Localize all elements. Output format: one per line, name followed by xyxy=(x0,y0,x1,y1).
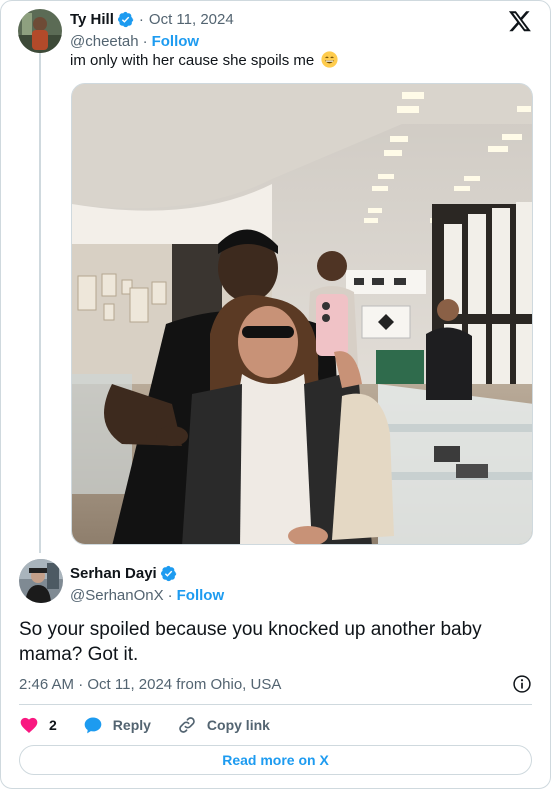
tweet-date[interactable]: Oct 11, 2024 xyxy=(149,11,234,28)
thread-connector-line xyxy=(39,53,41,553)
author-handle[interactable]: @cheetah xyxy=(70,33,139,50)
verified-badge-icon xyxy=(117,11,134,27)
reply-author-name[interactable]: Serhan Dayi xyxy=(70,565,157,582)
reply-timestamp[interactable]: 2:46 AM · Oct 11, 2024 from Ohio, USA xyxy=(19,676,281,693)
like-count: 2 xyxy=(49,717,57,733)
verified-badge-icon xyxy=(160,565,177,581)
author-name[interactable]: Ty Hill xyxy=(70,11,114,28)
link-icon xyxy=(179,717,195,733)
avatar-serhan-dayi[interactable] xyxy=(19,559,63,603)
reply-author-handle[interactable]: @SerhanOnX xyxy=(70,587,164,604)
copy-link-label: Copy link xyxy=(206,717,270,733)
avatar-ty-hill[interactable] xyxy=(18,9,62,53)
divider xyxy=(19,704,532,705)
read-more-on-x-button[interactable]: Read more on X xyxy=(19,745,532,775)
action-bar: 2 Reply Copy link xyxy=(19,713,296,737)
heart-icon xyxy=(20,717,38,733)
follow-button-ty-hill[interactable]: Follow xyxy=(152,33,200,50)
tweet-text: im only with her cause she spoils me xyxy=(70,51,339,71)
speech-bubble-icon xyxy=(84,717,102,734)
dot-separator: · xyxy=(142,32,148,50)
embedded-tweet-card: Ty Hill · Oct 11, 2024 @cheetah · Follow… xyxy=(0,0,551,789)
reply-label: Reply xyxy=(112,717,151,733)
copy-link-button[interactable]: Copy link xyxy=(177,715,270,735)
x-logo-icon[interactable] xyxy=(508,9,532,33)
store-selfie-illustration xyxy=(72,84,532,544)
follow-button-serhan-dayi[interactable]: Follow xyxy=(177,587,225,604)
dot-separator: · xyxy=(167,586,173,604)
grinning-face-emoji-icon xyxy=(321,51,339,68)
reply-button[interactable]: Reply xyxy=(83,715,151,735)
reply-text: So your spoiled because you knocked up a… xyxy=(19,619,482,665)
tweet-photo[interactable] xyxy=(71,83,533,545)
like-button[interactable]: 2 xyxy=(19,715,57,735)
dot-separator: · xyxy=(138,10,144,28)
tweet-text-content: im only with her cause she spoils me xyxy=(70,52,315,69)
info-icon[interactable] xyxy=(512,674,532,694)
